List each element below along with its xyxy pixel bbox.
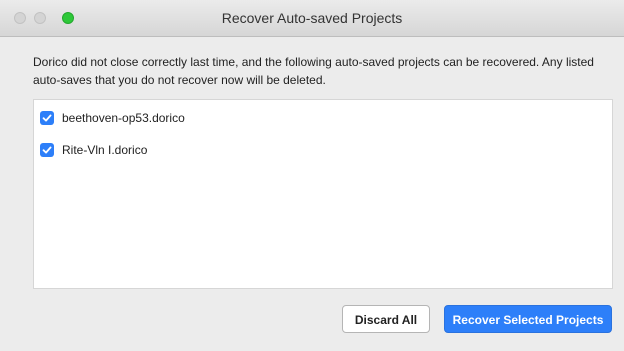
list-item-label: beethoven-op53.dorico — [62, 111, 185, 125]
list-item[interactable]: beethoven-op53.dorico — [40, 108, 185, 128]
title-bar[interactable]: Recover Auto-saved Projects — [0, 0, 624, 37]
discard-all-button[interactable]: Discard All — [342, 305, 430, 333]
checkbox-checked-icon[interactable] — [40, 111, 54, 125]
list-item[interactable]: Rite-Vln I.dorico — [40, 140, 147, 160]
recover-selected-projects-button[interactable]: Recover Selected Projects — [444, 305, 612, 333]
checkbox-checked-icon[interactable] — [40, 143, 54, 157]
recover-dialog-window: Recover Auto-saved Projects Dorico did n… — [0, 0, 624, 351]
window-title: Recover Auto-saved Projects — [221, 10, 403, 26]
list-item-label: Rite-Vln I.dorico — [62, 143, 148, 157]
recovery-message: Dorico did not close correctly last time… — [33, 55, 594, 87]
autosave-list: beethoven-op53.dorico Rite-Vln I.dorico — [33, 99, 613, 289]
